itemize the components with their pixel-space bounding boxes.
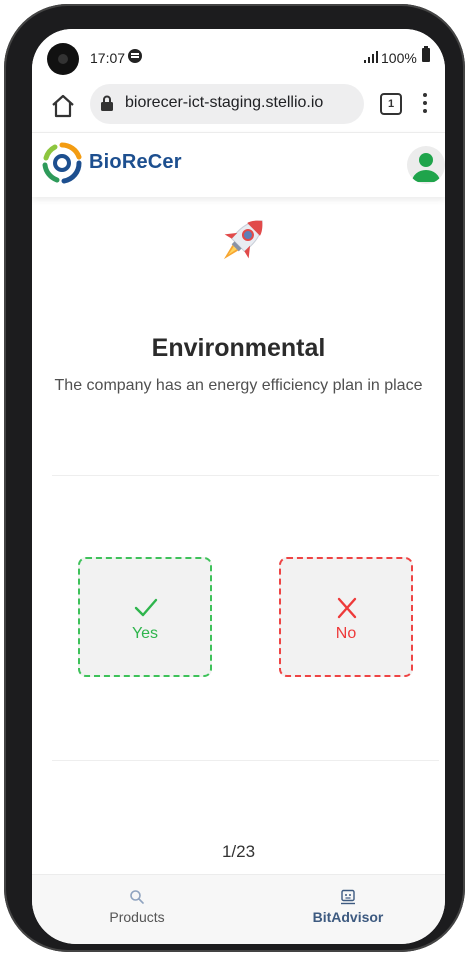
status-bar: 17:07 100% [32, 29, 445, 85]
checkmark-icon [134, 598, 158, 617]
battery-icon [422, 46, 430, 62]
brand-name[interactable]: BioReCer [89, 151, 182, 174]
phone-screen: 17:07 100% biorecer-ict-staging.stellio.… [32, 29, 445, 944]
browser-toolbar: biorecer-ict-staging.stellio.io 1 [32, 84, 445, 135]
signal-icon [364, 51, 378, 63]
user-icon [412, 153, 440, 182]
bottom-navigation: Products BitAdvisor [32, 874, 445, 944]
battery-percent: 100% [381, 50, 417, 66]
home-icon[interactable] [50, 93, 76, 119]
biorecer-logo-icon[interactable] [42, 141, 82, 185]
url-text: biorecer-ict-staging.stellio.io [125, 94, 324, 111]
divider [52, 760, 439, 761]
search-icon [130, 890, 144, 904]
yes-label: Yes [131, 625, 159, 642]
advisor-icon [341, 889, 355, 905]
no-answer-button[interactable]: No [279, 557, 413, 677]
question-text: The company has an energy efficiency pla… [54, 377, 423, 394]
user-avatar[interactable] [407, 146, 445, 184]
address-bar[interactable]: biorecer-ict-staging.stellio.io [90, 84, 364, 124]
nav-item-bitadvisor[interactable]: BitAdvisor [268, 889, 428, 927]
spotify-icon [128, 49, 142, 63]
yes-answer-button[interactable]: Yes [78, 557, 212, 677]
status-time: 17:07 [90, 50, 126, 66]
front-camera [47, 43, 79, 75]
phone-frame: 17:07 100% biorecer-ict-staging.stellio.… [4, 4, 465, 952]
question-progress: 1/23 [221, 842, 256, 861]
nav-label-products: Products [109, 909, 165, 925]
tab-switcher-button[interactable]: 1 [380, 93, 402, 115]
app-header: BioReCer [32, 132, 445, 197]
more-menu-icon[interactable] [422, 93, 428, 115]
rocket-icon [223, 220, 263, 260]
nav-item-products[interactable]: Products [57, 889, 217, 927]
nav-label-bitadvisor: BitAdvisor [312, 909, 384, 925]
divider [52, 475, 439, 476]
question-category-title: Environmental [151, 334, 326, 362]
lock-icon [101, 95, 113, 111]
close-icon [337, 597, 357, 619]
no-label: No [335, 625, 357, 642]
